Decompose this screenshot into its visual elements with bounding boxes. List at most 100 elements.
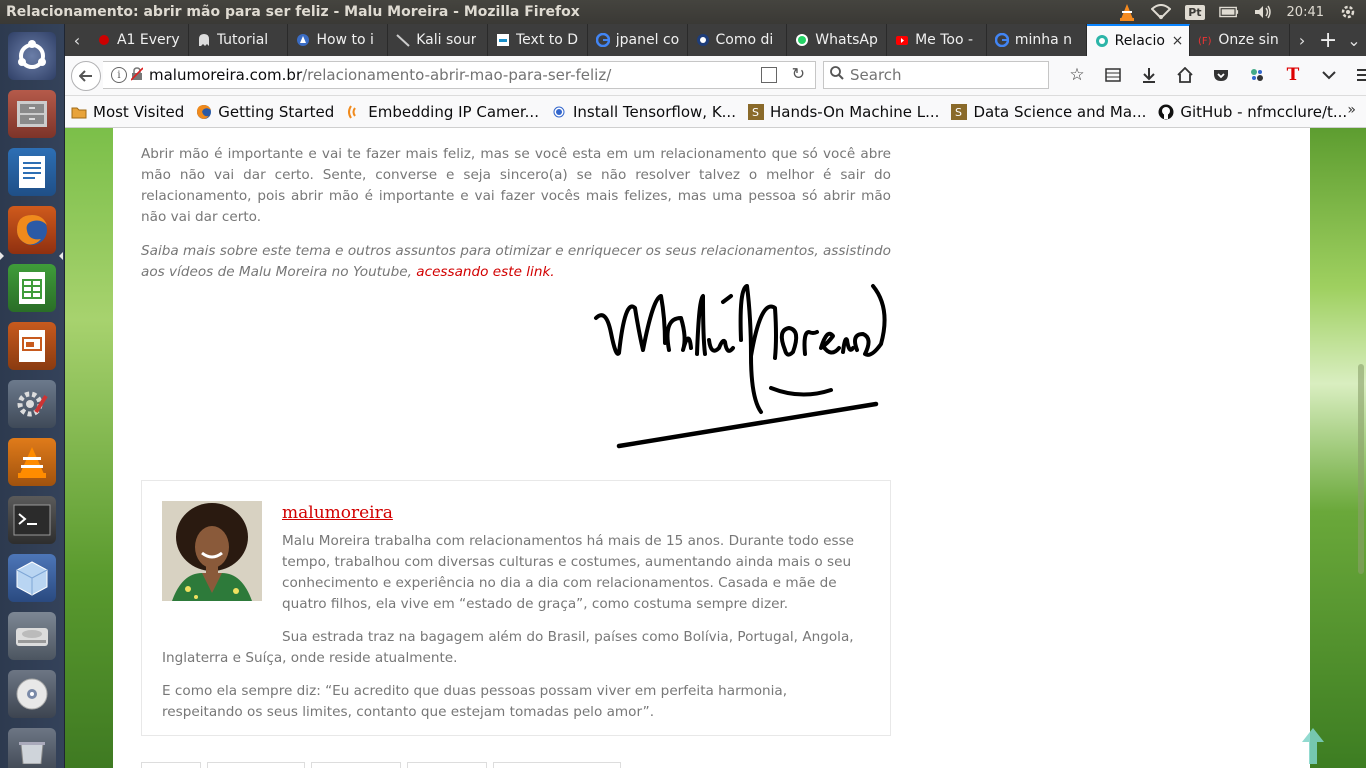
tab-9[interactable]: minha n — [987, 24, 1087, 56]
tab-label: Relacio — [1114, 33, 1165, 49]
tab-scroll-right-button[interactable]: › — [1290, 24, 1314, 56]
youtube-link[interactable]: acessando este link. — [416, 264, 554, 280]
clock[interactable]: 20:41 — [1287, 5, 1324, 20]
overflow-chevron-icon[interactable] — [1311, 61, 1347, 89]
battery-icon[interactable] — [1218, 3, 1239, 21]
files-launcher[interactable] — [6, 88, 58, 140]
author-bio-paragraph: Malu Moreira trabalha com relacionamento… — [282, 533, 855, 612]
translate-t-icon[interactable]: T — [1275, 61, 1311, 89]
kali-icon — [396, 33, 410, 47]
tab-7[interactable]: WhatsAp — [787, 24, 888, 56]
signature-image — [591, 278, 891, 458]
tab-scroll-left-button[interactable]: ‹ — [65, 24, 89, 56]
scroll-to-top-button[interactable] — [1300, 726, 1326, 766]
disk-launcher[interactable] — [6, 610, 58, 662]
close-tab-icon[interactable]: × — [1172, 33, 1184, 49]
wifi-icon[interactable] — [1151, 3, 1172, 21]
bookmark-6[interactable]: GitHub - nfmcclure/t... — [1152, 103, 1353, 121]
system-indicators: Pt 20:41 — [1117, 0, 1358, 24]
tab-1[interactable]: Tutorial — [189, 24, 289, 56]
keyboard-layout-indicator[interactable]: Pt — [1185, 4, 1205, 20]
impress-launcher[interactable] — [6, 320, 58, 372]
bookmark-0[interactable]: Most Visited — [65, 103, 190, 121]
list-all-tabs-button[interactable]: ⌄ — [1342, 24, 1366, 56]
library-icon[interactable] — [1095, 61, 1131, 89]
bookmarks-toolbar: Most Visited Getting Started Embedding I… — [65, 96, 1366, 128]
tab-label: A1 Every — [116, 32, 180, 48]
writer-launcher[interactable] — [6, 146, 58, 198]
tag-chip[interactable] — [493, 762, 621, 768]
dvd-launcher[interactable] — [6, 668, 58, 720]
terminal-launcher[interactable] — [6, 494, 58, 546]
tag-chip[interactable] — [207, 762, 305, 768]
post-tags-row — [141, 762, 621, 768]
tab-label: Como di — [715, 32, 774, 48]
dot-icon — [551, 104, 567, 120]
trash-launcher[interactable] — [6, 726, 58, 768]
tab-5[interactable]: jpanel co — [588, 24, 688, 56]
site-info-icon[interactable]: i — [111, 67, 127, 83]
dvd-disc-icon — [8, 670, 56, 718]
bookmarks-overflow-icon[interactable]: » — [1347, 102, 1356, 118]
new-tab-button[interactable]: + — [1314, 24, 1342, 56]
doc-icon — [496, 33, 510, 47]
extension-puzzle-icon[interactable] — [1239, 61, 1275, 89]
power-gear-icon[interactable] — [1338, 3, 1358, 21]
pocket-icon[interactable] — [1203, 61, 1239, 89]
tab-6[interactable]: Como di — [688, 24, 788, 56]
home-icon[interactable] — [1167, 61, 1203, 89]
f-icon: (F) — [1198, 33, 1212, 47]
wifi-icon — [346, 104, 362, 120]
bookmark-label: Getting Started — [218, 102, 335, 121]
tab-4[interactable]: Text to D — [488, 24, 588, 56]
tab-2[interactable]: How to i — [288, 24, 389, 56]
author-bio-paragraph: Sua estrada traz na bagagem além do Bras… — [162, 629, 854, 666]
system-settings-launcher[interactable] — [6, 378, 58, 430]
svg-text:(F): (F) — [1198, 36, 1212, 47]
tab-8[interactable]: Me Too - — [887, 24, 987, 56]
page-viewport: Abrir mão é importante e vai te fazer ma… — [65, 128, 1366, 768]
bookmark-2[interactable]: Embedding IP Camer... — [340, 103, 545, 121]
hamburger-menu-icon[interactable] — [1347, 61, 1366, 89]
vlc-launcher[interactable] — [6, 436, 58, 488]
article-body: Abrir mão é importante e vai te fazer ma… — [141, 144, 891, 296]
tab-0[interactable]: A1 Every — [89, 24, 189, 56]
settings-wrench-icon — [8, 380, 56, 428]
tab-label: jpanel co — [615, 32, 680, 48]
toolbar-icons: ☆ T — [1059, 61, 1366, 89]
vlc-tray-icon[interactable] — [1117, 3, 1137, 21]
bookmark-star-icon[interactable]: ☆ — [1059, 61, 1095, 89]
page-scrollbar[interactable] — [1358, 364, 1364, 574]
author-name-link[interactable]: malumoreira — [282, 503, 393, 523]
bookmark-5[interactable]: S Data Science and Ma... — [945, 103, 1152, 121]
tag-chip[interactable] — [141, 762, 201, 768]
ubuntu-dash-button[interactable] — [6, 30, 58, 82]
navigation-toolbar: i malumoreira.com.br/relacionamento-abri… — [65, 56, 1366, 96]
google-icon — [994, 33, 1009, 47]
tab-3[interactable]: Kali sour — [388, 24, 488, 56]
back-button[interactable] — [71, 60, 101, 91]
window-title: Relacionamento: abrir mão para ser feliz… — [6, 4, 580, 20]
bookmark-1[interactable]: Getting Started — [190, 103, 340, 121]
bookmark-4[interactable]: S Hands-On Machine L... — [742, 103, 945, 121]
calc-launcher[interactable] — [6, 262, 58, 314]
url-bar[interactable]: i malumoreira.com.br/relacionamento-abri… — [103, 61, 816, 89]
bookmark-3[interactable]: Install Tensorflow, K... — [545, 103, 742, 121]
trash-icon — [8, 728, 56, 768]
search-icon — [830, 66, 844, 84]
tab-11[interactable]: (F) Onze sin — [1190, 24, 1291, 56]
volume-icon[interactable] — [1253, 3, 1273, 21]
tab-10-active[interactable]: Relacio × — [1086, 24, 1191, 56]
downloads-icon[interactable] — [1131, 61, 1167, 89]
search-bar[interactable]: Search — [823, 61, 1049, 89]
reader-view-icon[interactable] — [761, 67, 777, 83]
tab-label: Onze sin — [1218, 32, 1279, 48]
reload-icon[interactable]: ↻ — [792, 64, 805, 83]
tag-chip[interactable] — [311, 762, 401, 768]
writer-icon — [8, 148, 56, 196]
tag-chip[interactable] — [407, 762, 487, 768]
virtualbox-cube-icon — [8, 554, 56, 602]
virtualbox-launcher[interactable] — [6, 552, 58, 604]
insecure-lock-icon[interactable] — [130, 66, 144, 84]
firefox-launcher[interactable] — [6, 204, 58, 256]
